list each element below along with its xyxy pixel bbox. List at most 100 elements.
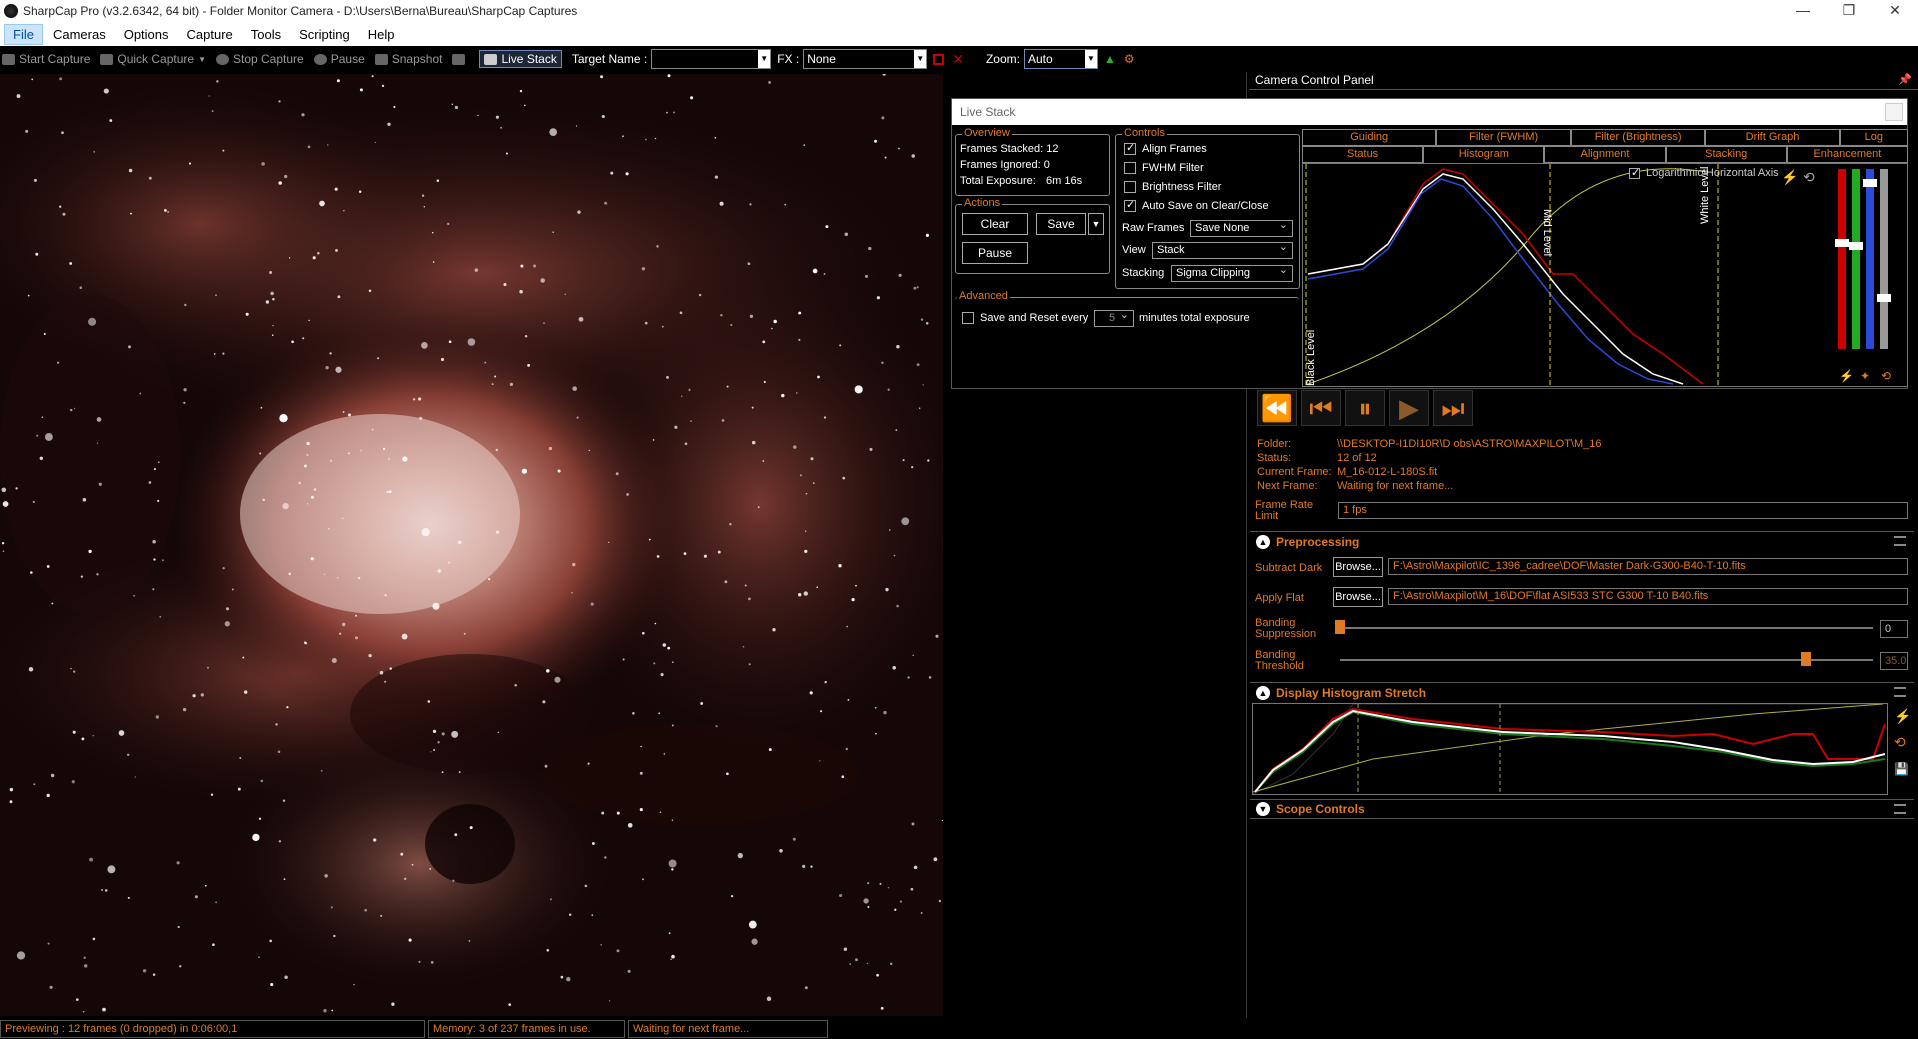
raw-frames-select[interactable]: Save None [1190, 218, 1293, 237]
browse-dark-button[interactable]: Browse... [1333, 557, 1383, 577]
menu-icon[interactable] [1894, 536, 1906, 546]
skip-back-icon[interactable]: ⏮ [1301, 390, 1341, 426]
zoom-select[interactable]: Auto ▼ [1023, 49, 1098, 69]
banding-suppression-thumb[interactable] [1335, 620, 1345, 634]
rewind-icon[interactable]: ⏪ [1257, 390, 1297, 426]
minutes-stepper[interactable]: 5 [1094, 308, 1134, 327]
banding-threshold-value[interactable]: 35.0 [1880, 652, 1908, 670]
save-icon[interactable]: 💾 [1894, 762, 1909, 776]
video-icon [100, 53, 114, 65]
tab-enhancement[interactable]: Enhancement [1786, 146, 1909, 163]
chevron-down-icon[interactable]: ▼ [914, 50, 927, 68]
reset-icon[interactable]: ⟲ [1803, 169, 1815, 186]
close-icon[interactable]: ✕ [1872, 0, 1918, 22]
align-frames-checkbox[interactable] [1124, 141, 1136, 156]
menu-capture[interactable]: Capture [179, 25, 241, 44]
banding-threshold-thumb[interactable] [1801, 652, 1812, 666]
banding-suppression-slider[interactable] [1340, 627, 1873, 629]
display-histogram-header[interactable]: ▲ Display Histogram Stretch [1250, 682, 1914, 702]
display-button[interactable] [452, 53, 469, 65]
menu-icon[interactable] [1894, 804, 1906, 814]
flat-path-select[interactable]: F:\Astro\Maxpilot\M_16\DOF\flat ASI533 S… [1388, 588, 1908, 605]
menu-file[interactable]: File [4, 23, 43, 45]
chevron-up-icon[interactable]: ▲ [1256, 685, 1270, 700]
reset-icon[interactable]: ⟲ [1894, 734, 1906, 751]
dark-path-select[interactable]: F:\Astro\Maxpilot\IC_1396_cadree\DOF\Mas… [1388, 558, 1908, 575]
save-dropdown-chevron-icon[interactable]: ▼ [1088, 213, 1104, 235]
tab-drift-graph[interactable]: Drift Graph [1705, 129, 1840, 146]
scope-controls-header[interactable]: ▼ Scope Controls [1250, 799, 1914, 819]
clear-button[interactable]: Clear [962, 213, 1028, 235]
tab-stacking[interactable]: Stacking [1665, 146, 1787, 163]
brightness-filter-checkbox[interactable] [1124, 181, 1136, 194]
tab-status[interactable]: Status [1302, 146, 1424, 163]
pause-stack-button[interactable]: Pause [962, 242, 1028, 264]
pause-icon[interactable]: ⏸ [1345, 390, 1385, 426]
save-button[interactable]: Save [1036, 213, 1086, 235]
tab-log[interactable]: Log [1839, 129, 1908, 146]
gear-icon[interactable]: ⚙ [1124, 52, 1135, 66]
frame-rate-value: 1 fps [1343, 504, 1367, 516]
target-name-input[interactable]: ▼ [651, 49, 772, 69]
log-axis-checkbox[interactable] [1629, 166, 1640, 179]
chevron-up-icon[interactable]: ▲ [1256, 534, 1270, 549]
menu-icon[interactable] [1894, 687, 1906, 697]
current-frame-value: M_16-012-L-180S.fit [1337, 466, 1438, 478]
boost-icon[interactable]: ✦ [1860, 369, 1870, 383]
histogram-icon[interactable]: ▲ [1104, 52, 1116, 66]
pause-label: Pause [330, 52, 365, 66]
reticle-icon[interactable]: ✕ [952, 51, 964, 68]
reset-icon[interactable]: ⟲ [1881, 369, 1891, 383]
fwhm-filter-label: FWHM Filter [1142, 162, 1204, 174]
display-histogram-graph[interactable] [1252, 703, 1888, 795]
preview-image[interactable] [0, 74, 943, 1016]
tab-histogram[interactable]: Histogram [1423, 146, 1545, 163]
minimize-icon[interactable]: — [1780, 0, 1826, 22]
skip-forward-icon[interactable]: ⏭ [1433, 390, 1473, 426]
live-stack-button[interactable]: Live Stack [479, 50, 562, 68]
auto-save-checkbox[interactable] [1124, 198, 1136, 213]
pause-button[interactable]: Pause [313, 52, 365, 66]
view-select[interactable]: Stack [1152, 240, 1293, 259]
close-icon[interactable] [1885, 103, 1903, 121]
menu-cameras[interactable]: Cameras [45, 25, 114, 44]
snapshot-button[interactable]: Snapshot [374, 52, 442, 66]
stop-capture-button[interactable]: Stop Capture [216, 52, 304, 66]
play-icon[interactable]: ▶ [1389, 390, 1429, 426]
preprocessing-header[interactable]: ▲ Preprocessing [1250, 531, 1914, 551]
fwhm-filter-checkbox[interactable] [1124, 162, 1136, 175]
banding-threshold-slider[interactable] [1340, 659, 1873, 661]
frame-rate-select[interactable]: 1 fps [1338, 502, 1908, 519]
chevron-down-icon[interactable]: ▼ [1256, 802, 1270, 816]
auto-stretch-icon[interactable]: ⚡ [1781, 169, 1798, 186]
menu-options[interactable]: Options [116, 25, 177, 44]
status-row: Status: 12 of 12 [1257, 452, 1377, 464]
chevron-down-icon[interactable]: ▼ [1084, 50, 1097, 68]
fx-select[interactable]: None ▼ [803, 49, 928, 69]
stacking-select[interactable]: Sigma Clipping [1171, 263, 1293, 282]
save-reset-checkbox[interactable] [962, 312, 974, 325]
banding-suppression-value[interactable]: 0 [1880, 620, 1908, 638]
browse-flat-button[interactable]: Browse... [1333, 587, 1383, 607]
status-label: Status: [1257, 452, 1292, 464]
tab-alignment[interactable]: Alignment [1544, 146, 1666, 163]
menu-tools[interactable]: Tools [243, 25, 289, 44]
chevron-down-icon[interactable]: ▼ [198, 55, 206, 64]
tab-filter-fwhm[interactable]: Filter (FWHM) [1436, 129, 1571, 146]
tab-guiding[interactable]: Guiding [1302, 129, 1437, 146]
auto-save-label: Auto Save on Clear/Close [1142, 200, 1269, 212]
auto-stretch-icon[interactable]: ⚡ [1894, 708, 1911, 725]
pin-icon[interactable]: 📌 [1898, 73, 1912, 86]
target-name-label: Target Name : [571, 52, 648, 66]
auto-stretch-icon[interactable]: ⚡ [1839, 369, 1854, 383]
restore-icon[interactable]: ❐ [1826, 0, 1872, 22]
start-capture-button[interactable]: Start Capture [2, 52, 90, 66]
menu-scripting[interactable]: Scripting [291, 25, 358, 44]
quick-capture-button[interactable]: Quick Capture ▼ [100, 52, 206, 66]
tabs-row-1: Guiding Filter (FWHM) Filter (Brightness… [1302, 129, 1908, 146]
tab-filter-brightness[interactable]: Filter (Brightness) [1570, 129, 1706, 146]
menu-help[interactable]: Help [360, 25, 403, 44]
select-area-icon[interactable] [933, 53, 945, 65]
live-stack-histogram[interactable]: Logarithmic Horizontal Axis Black Level … [1302, 163, 1908, 387]
chevron-down-icon[interactable]: ▼ [758, 50, 771, 68]
